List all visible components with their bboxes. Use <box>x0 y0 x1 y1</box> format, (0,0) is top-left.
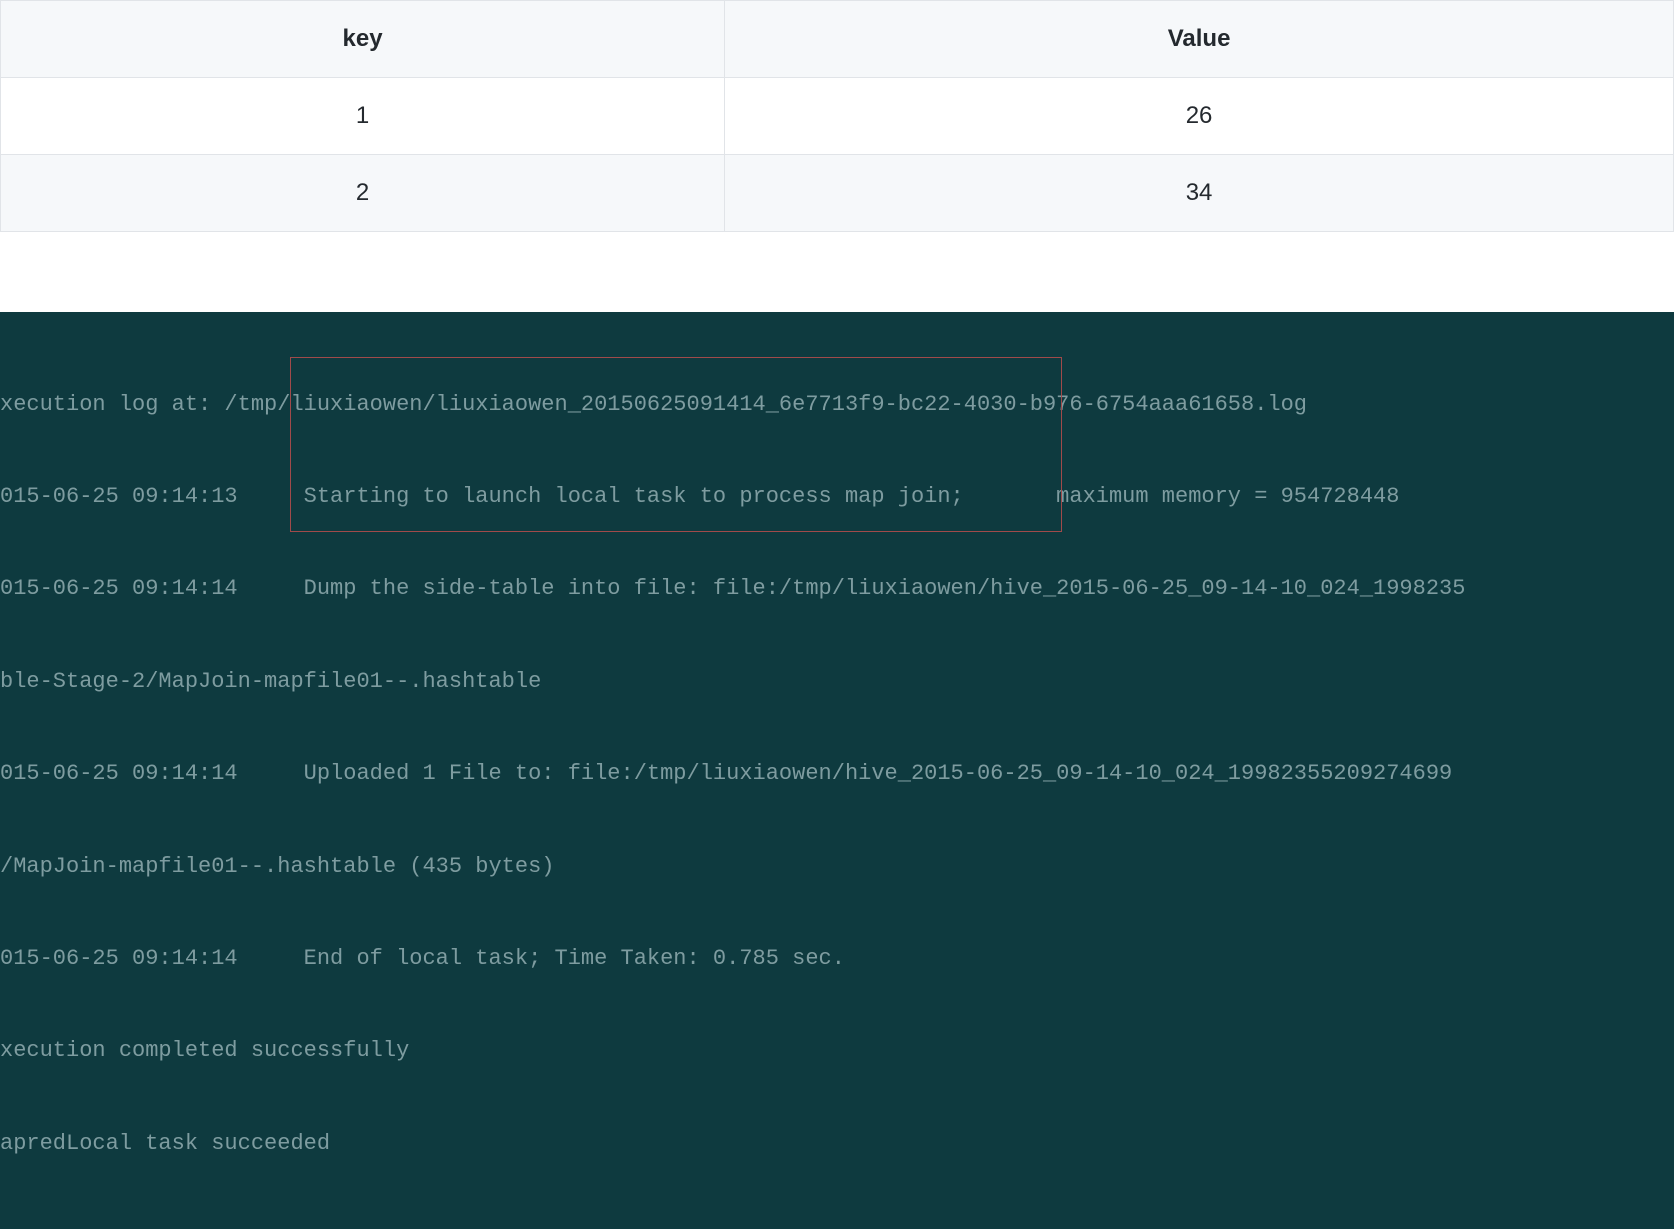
terminal-line: 015-06-25 09:14:14 End of local task; Ti… <box>0 944 1674 975</box>
terminal-line: 015-06-25 09:14:13 Starting to launch lo… <box>0 482 1674 513</box>
table-header-row: key Value <box>1 1 1674 78</box>
table-cell-key: 2 <box>1 155 725 232</box>
terminal-line: xecution completed successfully <box>0 1036 1674 1067</box>
data-table: key Value 1 26 2 34 <box>0 0 1674 232</box>
table-header-value: Value <box>725 1 1674 78</box>
table-row: 2 34 <box>1 155 1674 232</box>
terminal-line: ble-Stage-2/MapJoin-mapfile01--.hashtabl… <box>0 667 1674 698</box>
table-header-key: key <box>1 1 725 78</box>
table-cell-key: 1 <box>1 78 725 155</box>
terminal-line: /MapJoin-mapfile01--.hashtable (435 byte… <box>0 852 1674 883</box>
spacer <box>0 232 1674 312</box>
table-row: 1 26 <box>1 78 1674 155</box>
terminal-line: apredLocal task succeeded <box>0 1129 1674 1160</box>
terminal-line: 015-06-25 09:14:14 Uploaded 1 File to: f… <box>0 759 1674 790</box>
terminal-line: 015-06-25 09:14:14 Dump the side-table i… <box>0 574 1674 605</box>
terminal-output: xecution log at: /tmp/liuxiaowen/liuxiao… <box>0 312 1674 1229</box>
table-cell-value: 34 <box>725 155 1674 232</box>
table-cell-value: 26 <box>725 78 1674 155</box>
terminal-line: xecution log at: /tmp/liuxiaowen/liuxiao… <box>0 390 1674 421</box>
